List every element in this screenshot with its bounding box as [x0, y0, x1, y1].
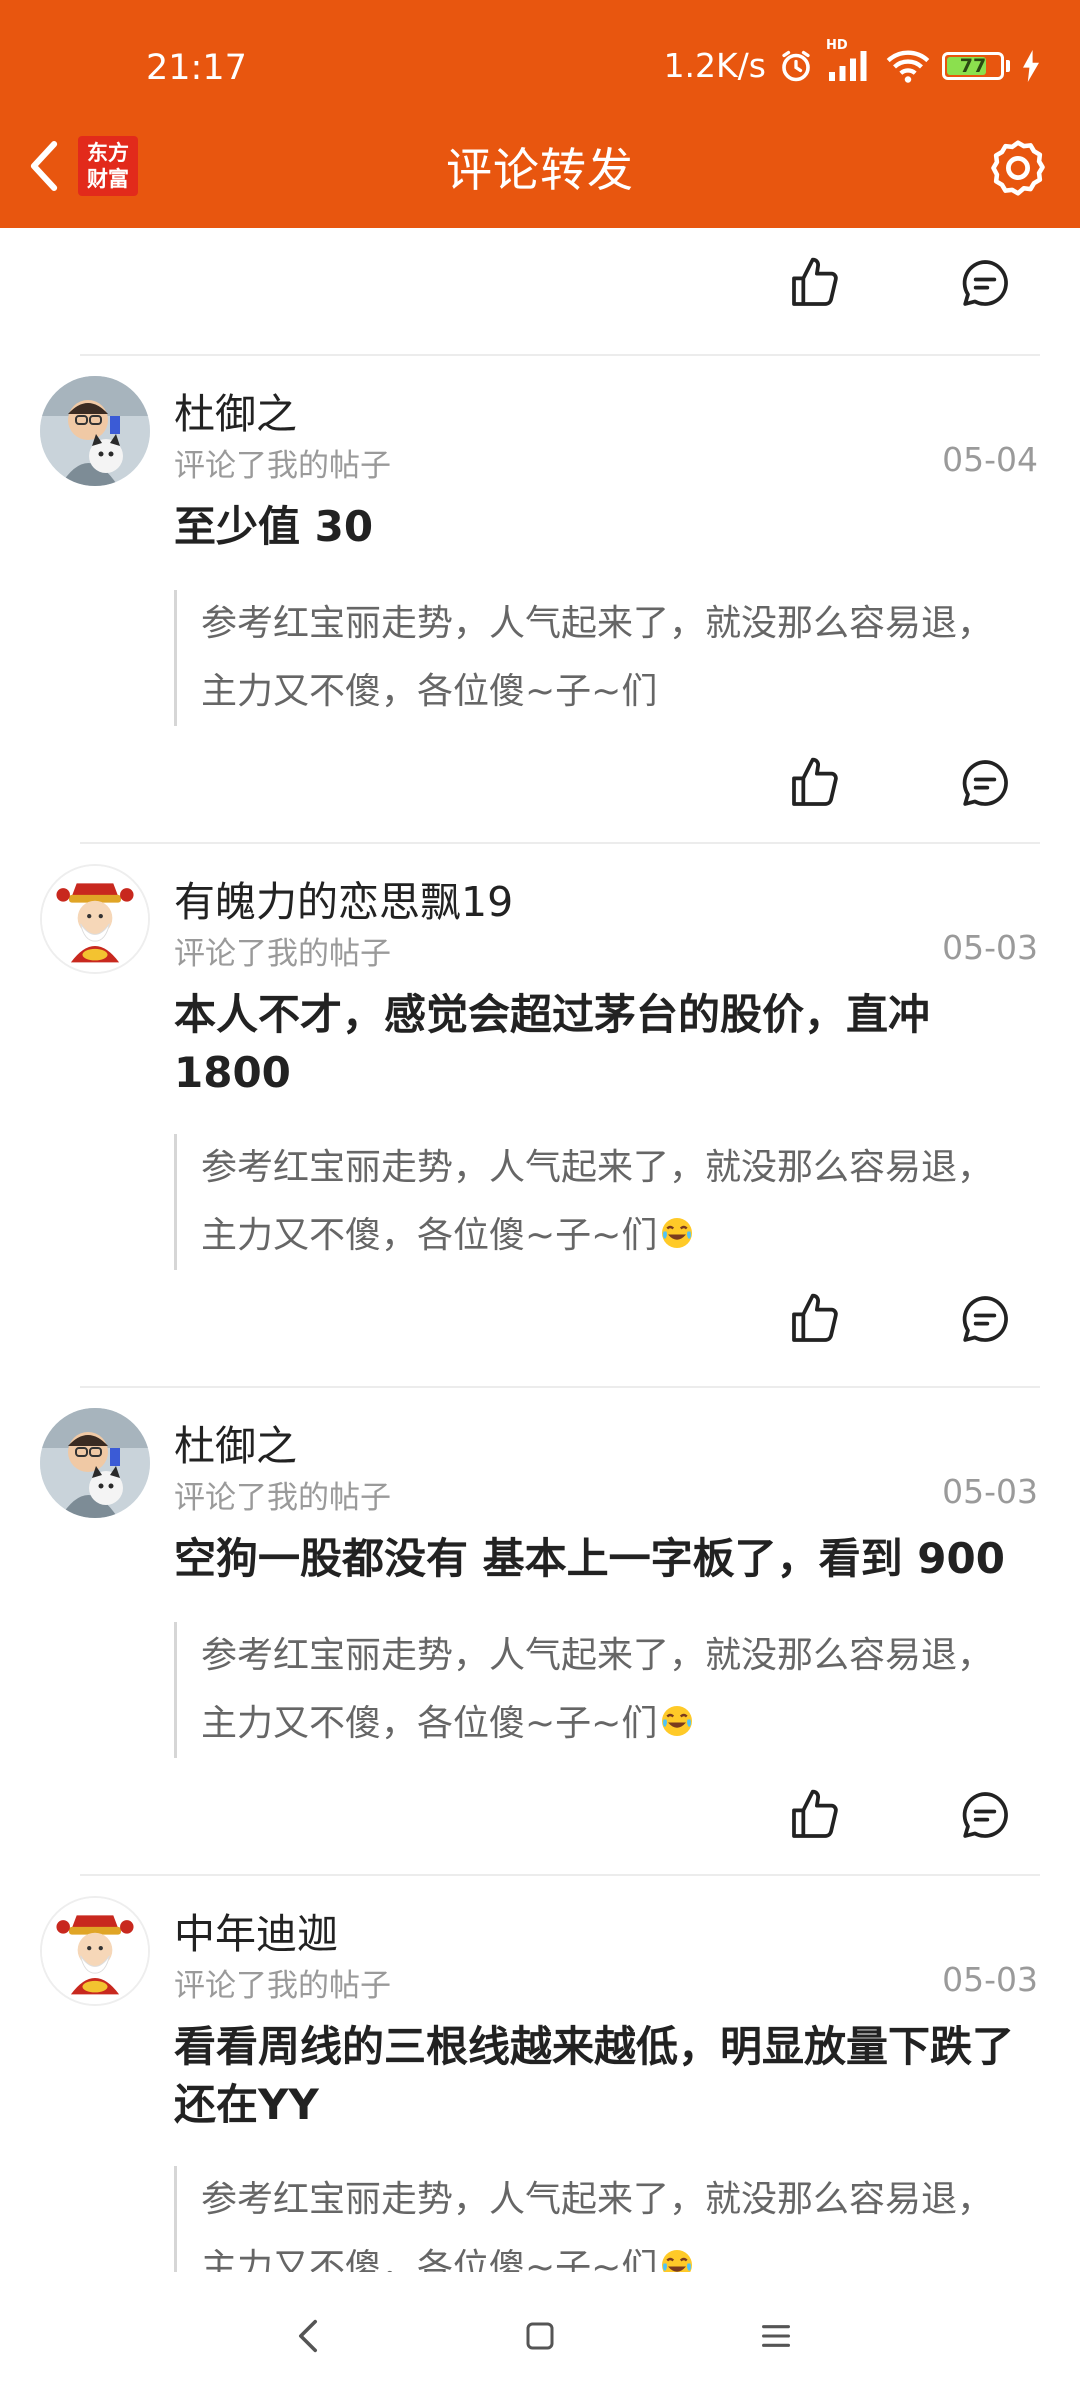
network-speed: 1.2K/s — [663, 46, 766, 85]
comment-text: 空狗一股都没有 基本上一字板了，看到 900 — [174, 1534, 1005, 1583]
gear-icon — [991, 140, 1045, 196]
user-name[interactable]: 有魄力的恋思飘19 — [174, 868, 513, 928]
page-title: 评论转发 — [446, 143, 634, 197]
thumbs-up-icon — [792, 757, 838, 806]
divider — [80, 1874, 1040, 1876]
comment-text: 本人不才，感觉会超过茅台的股价，直冲1800 — [174, 990, 931, 1097]
comment-bubble-icon — [962, 260, 1008, 306]
comment-feed[interactable]: 杜御之 评论了我的帖子 05-04 至少值 30 参考红宝丽走势，人气起来了，就… — [0, 228, 1080, 2272]
action-text: 评论了我的帖子 — [174, 448, 391, 484]
thumbs-up-icon — [792, 1293, 838, 1342]
person-with-cat-avatar — [40, 376, 150, 486]
action-text: 评论了我的帖子 — [174, 1968, 391, 2004]
square-icon — [526, 2322, 554, 2350]
quoted-post-text: 参考红宝丽走势，人气起来了，就没那么容易退，主力又不傻，各位傻~子~们 — [201, 1635, 994, 1744]
comment-text: 至少值 30 — [174, 502, 374, 551]
date: 05-04 — [942, 440, 1038, 479]
alarm-icon — [778, 48, 814, 84]
comment-bubble-icon — [962, 1296, 1008, 1342]
avatar[interactable] — [40, 1896, 150, 2006]
date: 05-03 — [942, 1960, 1038, 1999]
comment-bubble-icon — [962, 760, 1008, 806]
chevron-left-icon — [299, 2319, 317, 2353]
settings-button[interactable] — [982, 132, 1054, 204]
tears-of-joy-emoji — [659, 1206, 695, 1248]
battery-level: 77 — [959, 54, 987, 77]
tears-of-joy-emoji — [659, 1694, 695, 1736]
status-icons: 1.2K/s HD 77 — [663, 38, 1040, 85]
reply-button[interactable] — [950, 248, 1020, 318]
battery-indicator: 77 — [942, 51, 1010, 80]
charging-icon — [1022, 49, 1040, 82]
action-row — [780, 748, 1080, 818]
quoted-post-text: 参考红宝丽走势，人气起来了，就没那么容易退，主力又不傻，各位傻~子~们 — [201, 2179, 994, 2272]
like-button[interactable] — [780, 1780, 850, 1850]
god-of-wealth-avatar — [42, 1898, 148, 2004]
action-row — [780, 248, 1080, 318]
app-header: 21:17 1.2K/s HD 77 东方 财富 评论转发 — [0, 0, 1080, 228]
wifi-icon — [886, 48, 930, 84]
quoted-post[interactable]: 参考红宝丽走势，人气起来了，就没那么容易退，主力又不傻，各位傻~子~们 — [174, 1134, 1020, 1270]
system-back-button[interactable] — [268, 2296, 348, 2376]
system-nav-bar — [0, 2272, 1080, 2400]
status-time: 21:17 — [146, 48, 247, 88]
comment-text: 看看周线的三根线越来越低，明显放量下跌了还在YY — [174, 2022, 1015, 2129]
user-name[interactable]: 杜御之 — [174, 1412, 297, 1472]
user-name[interactable]: 中年迪迦 — [174, 1900, 338, 1960]
reply-button[interactable] — [950, 1780, 1020, 1850]
divider — [80, 354, 1040, 356]
divider — [80, 842, 1040, 844]
person-with-cat-avatar — [40, 1408, 150, 1518]
like-button[interactable] — [780, 248, 850, 318]
avatar[interactable] — [40, 376, 150, 486]
thumbs-up-icon — [792, 257, 838, 306]
quoted-post-text: 参考红宝丽走势，人气起来了，就没那么容易退，主力又不傻，各位傻~子~们 — [201, 1147, 994, 1256]
avatar[interactable] — [40, 864, 150, 974]
action-text: 评论了我的帖子 — [174, 936, 391, 972]
menu-icon — [762, 2325, 790, 2347]
divider — [80, 1386, 1040, 1388]
avatar[interactable] — [40, 1408, 150, 1518]
quoted-post[interactable]: 参考红宝丽走势，人气起来了，就没那么容易退，主力又不傻，各位傻~子~们 — [174, 590, 1020, 726]
system-menu-button[interactable] — [736, 2296, 816, 2376]
god-of-wealth-avatar — [42, 866, 148, 972]
date: 05-03 — [942, 1472, 1038, 1511]
action-row — [780, 1284, 1080, 1354]
thumbs-up-icon — [792, 1789, 838, 1838]
like-button[interactable] — [780, 748, 850, 818]
signal-icon: HD — [826, 38, 874, 84]
hd-label: HD — [826, 37, 848, 53]
comment-bubble-icon — [962, 1792, 1008, 1838]
tears-of-joy-emoji — [659, 2238, 695, 2272]
action-text: 评论了我的帖子 — [174, 1480, 391, 1516]
reply-button[interactable] — [950, 748, 1020, 818]
user-name[interactable]: 杜御之 — [174, 380, 297, 440]
reply-button[interactable] — [950, 1284, 1020, 1354]
action-row — [780, 1780, 1080, 1850]
system-home-button[interactable] — [500, 2296, 580, 2376]
quoted-post-text: 参考红宝丽走势，人气起来了，就没那么容易退，主力又不傻，各位傻~子~们 — [201, 603, 994, 712]
quoted-post[interactable]: 参考红宝丽走势，人气起来了，就没那么容易退，主力又不傻，各位傻~子~们 — [174, 1622, 1020, 1758]
date: 05-03 — [942, 928, 1038, 967]
like-button[interactable] — [780, 1284, 850, 1354]
quoted-post[interactable]: 参考红宝丽走势，人气起来了，就没那么容易退，主力又不傻，各位傻~子~们 — [174, 2166, 1020, 2272]
